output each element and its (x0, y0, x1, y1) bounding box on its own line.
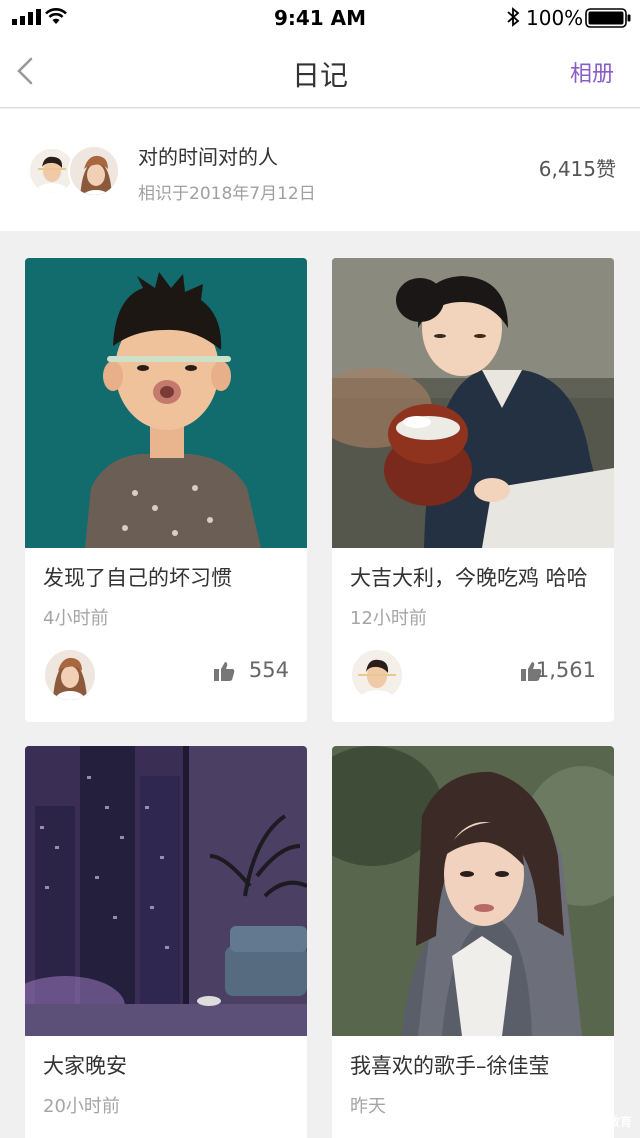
battery-percent: 100% (526, 6, 584, 30)
diary-card[interactable]: 我喜欢的歌手–徐佳莹 昨天 (332, 746, 614, 1138)
watermark-logo: AAA教育 (550, 1107, 632, 1132)
author-avatar[interactable] (45, 650, 95, 700)
bluetooth-icon (507, 7, 520, 27)
status-bar: 9:41 AM 100% (0, 0, 640, 36)
photo-singer (332, 746, 614, 1036)
battery-icon (585, 8, 631, 28)
photo-girl-gourd (332, 258, 614, 548)
avatar-girl (68, 145, 120, 197)
like-count: 1,561 (535, 658, 596, 682)
acquaintance-date: 相识于2018年7月12日 (138, 184, 316, 204)
card-title: 大家晚安 (43, 1054, 127, 1078)
photo-boy (25, 258, 307, 548)
nav-bar: 日记 相册 (0, 36, 640, 108)
couple-header[interactable]: 对的时间对的人 相识于2018年7月12日 6,415赞 (0, 109, 640, 231)
album-button[interactable]: 相册 (570, 56, 614, 88)
page-title: 日记 (291, 59, 348, 92)
card-title: 大吉大利，今晚吃鸡 哈哈 (350, 566, 588, 590)
diary-card[interactable]: 发现了自己的坏习惯 4小时前 554 (25, 258, 307, 722)
diary-card[interactable]: 大吉大利，今晚吃鸡 哈哈 12小时前 1,561 (332, 258, 614, 722)
total-likes: 6,415赞 (538, 157, 616, 181)
card-time: 12小时前 (350, 608, 427, 629)
card-time: 20小时前 (43, 1096, 120, 1117)
like-count: 554 (248, 658, 289, 682)
like-thumb-icon[interactable] (213, 660, 235, 682)
card-title: 发现了自己的坏习惯 (43, 566, 232, 590)
card-time: 昨天 (350, 1096, 386, 1117)
diary-card[interactable]: 大家晚安 20小时前 (25, 746, 307, 1138)
card-time: 4小时前 (43, 608, 109, 629)
author-avatar[interactable] (352, 650, 402, 700)
photo-night-city (25, 746, 307, 1036)
couple-name: 对的时间对的人 (138, 145, 278, 169)
card-title: 我喜欢的歌手–徐佳莹 (350, 1054, 550, 1078)
